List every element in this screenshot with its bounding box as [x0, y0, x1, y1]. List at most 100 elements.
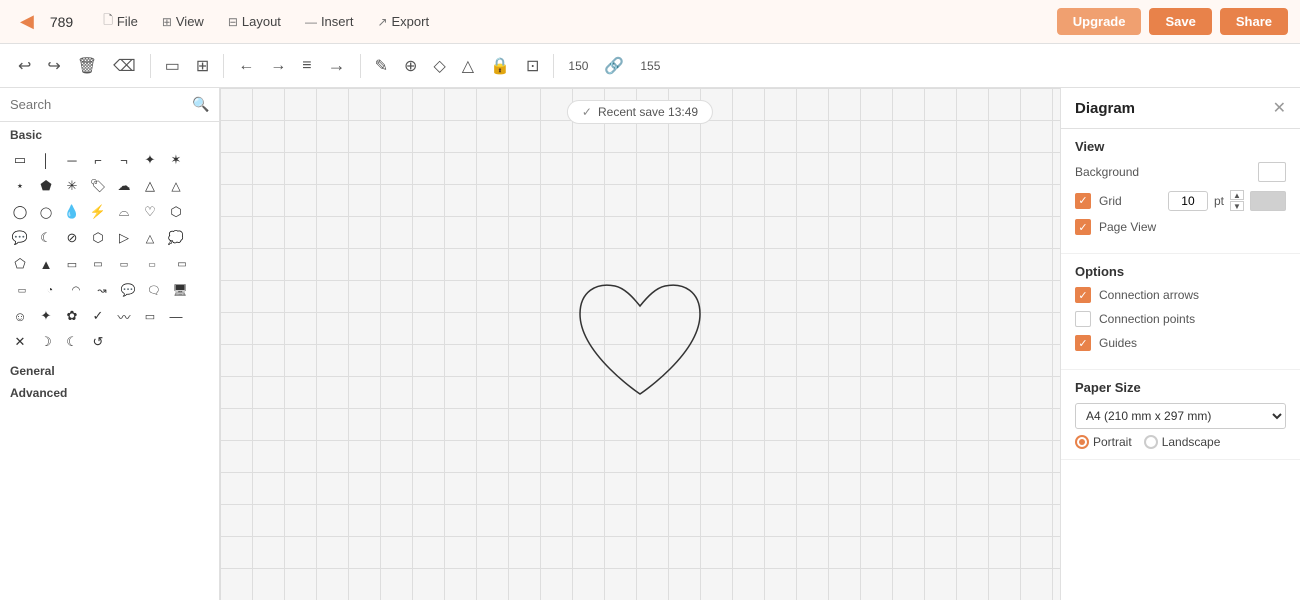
rect-tool[interactable]: ▭	[159, 52, 186, 80]
shape-rect8[interactable]: ▭	[138, 304, 162, 328]
grid-color-picker[interactable]	[1250, 191, 1286, 211]
shape-pill[interactable]: ◔	[38, 278, 62, 302]
shape-sun[interactable]: ✿	[60, 304, 84, 328]
connection-arrows-checkbox[interactable]: ✓	[1075, 287, 1091, 303]
share-button[interactable]: Share	[1220, 8, 1288, 35]
landscape-label[interactable]: Landscape	[1144, 435, 1221, 449]
panel-close-button[interactable]: ✕	[1273, 98, 1286, 118]
shape-tri2[interactable]: △	[164, 174, 188, 198]
shape-rect5[interactable]: ▭	[138, 252, 166, 276]
shape-tri3[interactable]: ▲	[34, 252, 58, 276]
shape-callout[interactable]: 💭	[164, 226, 188, 250]
save-button[interactable]: Save	[1149, 8, 1211, 35]
arrow-right-tool[interactable]: →	[264, 53, 292, 79]
shape-half[interactable]: ⌓	[112, 200, 136, 224]
shape-heart[interactable]: ♡	[138, 200, 162, 224]
align-tool[interactable]: ≡	[296, 53, 317, 79]
lock-tool[interactable]: 🔒	[484, 52, 516, 80]
connection-points-checkbox[interactable]	[1075, 311, 1091, 327]
shape-circle[interactable]: ◯	[8, 200, 32, 224]
shape-rect2[interactable]: ▭	[60, 252, 84, 276]
shape-rect6[interactable]: ▭	[168, 252, 196, 276]
file-menu[interactable]: 🗋 File	[93, 7, 148, 36]
portrait-radio[interactable]	[1075, 435, 1089, 449]
guides-checkbox[interactable]: ✓	[1075, 335, 1091, 351]
diamond-tool[interactable]: ◇	[427, 52, 451, 80]
shape-star8[interactable]: ✳	[60, 174, 84, 198]
shape-hline[interactable]: ─	[60, 148, 84, 172]
shape-circle2[interactable]: ◯	[34, 200, 58, 224]
view-menu[interactable]: ⊞ View	[152, 7, 214, 36]
shape-x[interactable]: ✕	[8, 330, 32, 354]
shape-oval[interactable]: ◠	[64, 278, 88, 302]
shape-nope[interactable]: ⊘	[60, 226, 84, 250]
shape-tri-small[interactable]: △	[138, 226, 162, 250]
shape-rect[interactable]: ▭	[8, 148, 32, 172]
export-menu[interactable]: ↗ Export	[367, 7, 439, 36]
shape-crescent[interactable]: ☽	[34, 330, 58, 354]
grid-tool[interactable]: ⊞	[190, 52, 215, 80]
canvas-area[interactable]: ✓ Recent save 13:49	[220, 88, 1060, 600]
shape-wave[interactable]: 〰	[112, 304, 136, 328]
grid-value-input[interactable]	[1168, 191, 1208, 211]
shape-rect7[interactable]: ▭	[8, 278, 36, 302]
shape-hex[interactable]: ⬟	[34, 174, 58, 198]
search-input[interactable]	[10, 97, 186, 112]
shape-monitor[interactable]: 🖥	[168, 278, 192, 302]
page-view-checkbox[interactable]: ✓	[1075, 219, 1091, 235]
zoom-in-indicator[interactable]: 155	[634, 55, 666, 77]
shape-smiley[interactable]: ☺	[8, 304, 32, 328]
insert-menu[interactable]: — Insert	[295, 7, 364, 36]
shape-penta[interactable]: ⬠	[8, 252, 32, 276]
shape-squiggle[interactable]: ↝	[90, 278, 114, 302]
shape-cycle[interactable]: ↺	[86, 330, 110, 354]
shape-comment[interactable]: 💬	[116, 278, 140, 302]
back-button[interactable]: ◀	[12, 7, 42, 36]
shape-corner2[interactable]: ⌐	[112, 148, 136, 172]
shape-badge[interactable]: 🏷	[86, 174, 110, 198]
layout-menu[interactable]: ⊟ Layout	[218, 7, 291, 36]
upgrade-button[interactable]: Upgrade	[1057, 8, 1142, 35]
shape-drop[interactable]: 💧	[60, 200, 84, 224]
shape-crescent2[interactable]: ☽	[60, 330, 84, 354]
redo-button[interactable]: ↪	[41, 52, 66, 80]
clear-button[interactable]: ⌫	[107, 52, 142, 80]
shape-comment2[interactable]: 🗨	[142, 278, 166, 302]
shape-moon[interactable]: ☾	[34, 226, 58, 250]
shape-hex2[interactable]: ⬡	[86, 226, 110, 250]
shape-arrow-r[interactable]: ▷	[112, 226, 136, 250]
shape-corner1[interactable]: ⌐	[86, 148, 110, 172]
triangle-tool[interactable]: △	[456, 52, 480, 80]
undo-button[interactable]: ↩	[12, 52, 37, 80]
shape-vline[interactable]: │	[34, 148, 58, 172]
plus-tool[interactable]: ⊕	[398, 52, 423, 80]
frame-tool[interactable]: ⊡	[520, 52, 545, 80]
shape-rect3[interactable]: ▭	[86, 252, 110, 276]
grid-decrement[interactable]: ▼	[1230, 201, 1244, 211]
shape-bolt[interactable]: ⚡	[86, 200, 110, 224]
shape-cloud[interactable]: ☁	[112, 174, 136, 198]
shape-speech[interactable]: 💬	[8, 226, 32, 250]
shape-star4[interactable]: ✦	[138, 148, 162, 172]
shape-check[interactable]: ✓	[86, 304, 110, 328]
grid-increment[interactable]: ▲	[1230, 190, 1244, 200]
shape-tri1[interactable]: △	[138, 174, 162, 198]
line-tool[interactable]: →	[322, 51, 352, 80]
shape-dash[interactable]: —	[164, 304, 188, 328]
paper-size-select[interactable]: A4 (210 mm x 297 mm) A3 (297 mm x 420 mm…	[1075, 403, 1286, 429]
portrait-label[interactable]: Portrait	[1075, 435, 1132, 449]
shape-rect4[interactable]: ▭	[112, 252, 136, 276]
arrow-left-tool[interactable]: ←	[232, 53, 260, 79]
shape-star6[interactable]: ✶	[164, 148, 188, 172]
landscape-radio[interactable]	[1144, 435, 1158, 449]
background-color-picker[interactable]	[1258, 162, 1286, 182]
shape-star5[interactable]: ✦	[34, 304, 58, 328]
edit-tool[interactable]: ✎	[369, 52, 394, 80]
grid-checkbox[interactable]: ✓	[1075, 193, 1091, 209]
delete-button[interactable]: 🗑	[71, 52, 103, 80]
link-tool[interactable]: 🔗	[598, 52, 630, 80]
heart-shape[interactable]	[560, 264, 720, 424]
shape-star-outline[interactable]: ⋆	[8, 174, 32, 198]
zoom-out-indicator[interactable]: 150	[562, 55, 594, 77]
shape-box3d[interactable]: ⬡	[164, 200, 188, 224]
